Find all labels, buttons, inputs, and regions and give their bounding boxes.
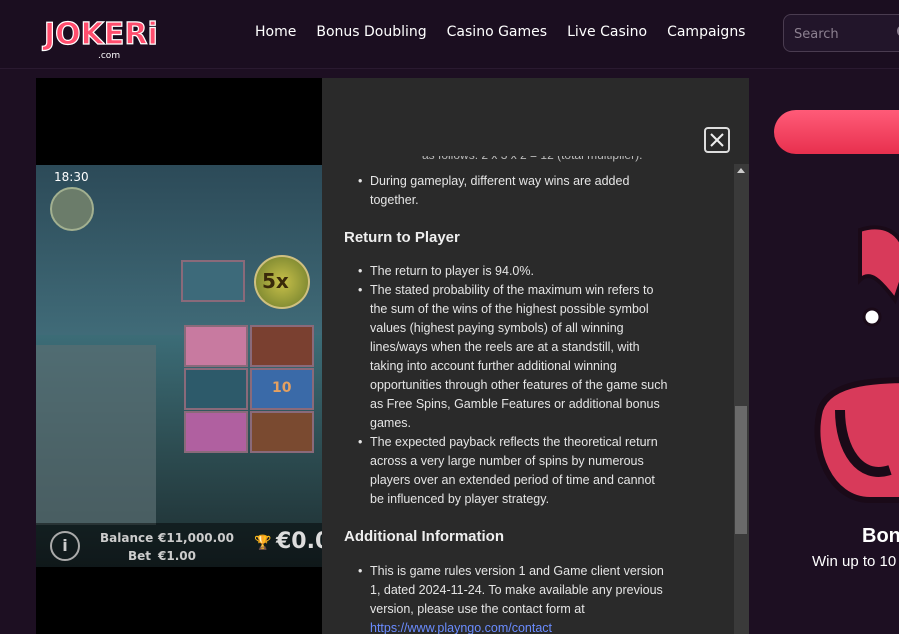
bet-label: Bet (128, 549, 152, 563)
clock-time: 18:30 (54, 170, 89, 184)
rtp-heading: Return to Player (344, 229, 460, 246)
close-icon (710, 133, 724, 147)
multiplier-value: 5x (262, 269, 289, 293)
bet-value: €1.00 (158, 549, 196, 563)
balance-value: €11,000.00 (158, 531, 234, 545)
site-header: JOKERi .com Home Bonus Doubling Casino G… (0, 0, 899, 69)
reel-symbol-turtle-2 (184, 368, 248, 410)
slot-game-screen[interactable]: 18:30 5x 10 i Balance €11,000.00 Bet €1.… (36, 165, 323, 567)
multiplier-bubble: 5x (254, 255, 310, 309)
contact-link[interactable]: https://www.playngo.com/contact (370, 621, 552, 634)
search-input[interactable] (792, 23, 899, 45)
rtp-list: The return to player is 94.0%. The state… (358, 262, 670, 509)
win-amount: €0.00 (276, 529, 323, 554)
trophy-icon[interactable]: 🏆 (254, 535, 271, 551)
info-button[interactable]: i (50, 531, 80, 561)
nav-live-casino[interactable]: Live Casino (567, 24, 647, 40)
rules-cut-text: as follows: 2 x 3 x 2 = 12 (total multip… (422, 156, 642, 165)
close-button[interactable] (704, 127, 730, 153)
scrollbar-thumb[interactable] (735, 406, 747, 534)
jester-mascot-image (800, 210, 899, 510)
info-list: This is game rules version 1 and Game cl… (358, 562, 670, 634)
ways-item: During gameplay, different way wins are … (358, 172, 670, 210)
rtp-item: The return to player is 94.0%. (358, 262, 670, 281)
game-background-building (36, 345, 156, 525)
reel-symbol-lion (250, 325, 314, 367)
promo-title: Bon (862, 525, 899, 547)
promo-subtitle: Win up to 10 (812, 553, 897, 570)
rtp-item: The expected payback reflects the theore… (358, 433, 670, 509)
rules-scrollbar[interactable] (734, 164, 749, 634)
reel-symbol-pink (184, 325, 248, 367)
rules-content[interactable]: as follows: 2 x 3 x 2 = 12 (total multip… (322, 156, 732, 634)
balance-bar: i Balance €11,000.00 Bet €1.00 🏆 €0.00 (36, 523, 323, 567)
reel-ten-label: 10 (272, 380, 292, 396)
rtp-item: The stated probability of the maximum wi… (358, 281, 670, 433)
ways-list: During gameplay, different way wins are … (358, 172, 670, 210)
logo-suffix: .com (98, 51, 120, 61)
info-item: This is game rules version 1 and Game cl… (358, 562, 670, 634)
info-item-text: This is game rules version 1 and Game cl… (370, 564, 664, 616)
reel-symbol-turtle (181, 260, 245, 302)
nav-casino-games[interactable]: Casino Games (447, 24, 547, 40)
search-box[interactable] (783, 14, 899, 52)
additional-info-heading: Additional Information (344, 528, 504, 545)
mawu-logo (50, 187, 94, 231)
main-nav: Home Bonus Doubling Casino Games Live Ca… (255, 24, 765, 40)
balance-label: Balance (100, 531, 154, 545)
reel-symbol-ten: 10 (250, 368, 314, 410)
nav-bonus-doubling[interactable]: Bonus Doubling (316, 24, 426, 40)
game-rules-panel: as follows: 2 x 3 x 2 = 12 (total multip… (322, 78, 749, 634)
scroll-up-icon[interactable] (737, 168, 745, 173)
jokeri-logo[interactable]: JOKERi .com (40, 6, 160, 66)
game-frame: 18:30 5x 10 i Balance €11,000.00 Bet €1.… (36, 78, 749, 634)
svg-text:JOKERi: JOKERi (42, 17, 158, 52)
nav-campaigns[interactable]: Campaigns (667, 24, 745, 40)
reel-symbol-lion-2 (250, 411, 314, 453)
reel-symbol-q (184, 411, 248, 453)
nav-home[interactable]: Home (255, 24, 296, 40)
promo-button[interactable] (774, 110, 899, 154)
